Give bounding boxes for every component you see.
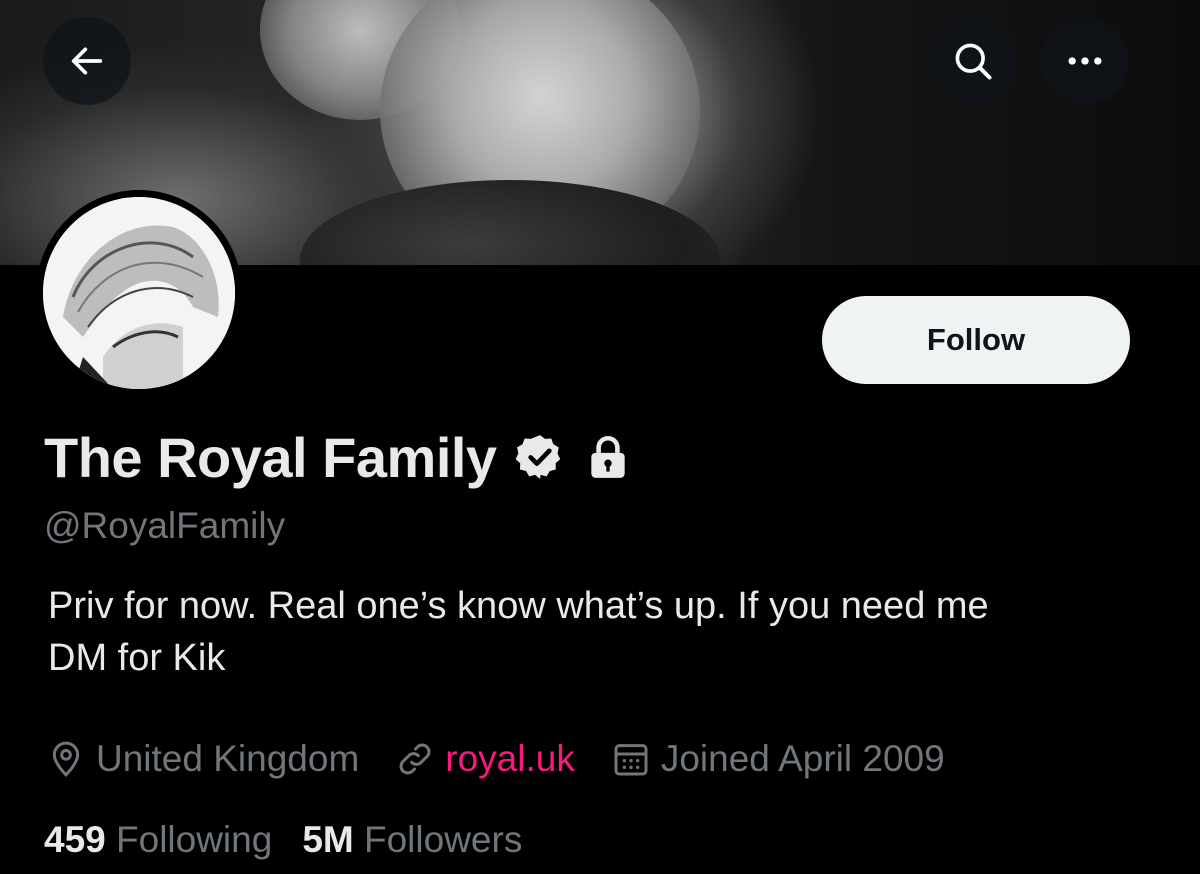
avatar[interactable] [36, 190, 242, 396]
profile-handle: @RoyalFamily [44, 505, 286, 546]
avatar-image [43, 197, 235, 389]
more-options-button[interactable] [1041, 17, 1129, 105]
location-text: United Kingdom [96, 738, 360, 779]
bio-line: DM for Kik [48, 637, 226, 679]
following-stat[interactable]: 459 Following [44, 819, 272, 861]
profile-bio: Priv for now. Real one’s know what’s up.… [48, 580, 1148, 684]
search-button[interactable] [929, 17, 1017, 105]
joined-text: Joined April 2009 [660, 738, 945, 779]
profile-meta: United Kingdom royal.uk Joined April 200… [46, 734, 981, 784]
location-pin-icon [52, 741, 80, 777]
profile-joined: Joined April 2009 [611, 738, 945, 780]
more-horizontal-icon [1068, 57, 1102, 65]
verified-badge-icon [515, 435, 560, 479]
display-name: The Royal Family [44, 425, 497, 489]
followers-stat[interactable]: 5M Followers [302, 819, 522, 861]
bio-line: Priv for now. Real one’s know what’s up.… [48, 585, 989, 627]
arrow-left-icon [71, 47, 103, 75]
calendar-icon [614, 744, 648, 776]
search-icon [955, 43, 992, 80]
following-label: Following [116, 819, 273, 860]
following-count: 459 [44, 819, 106, 860]
back-button[interactable] [43, 17, 131, 105]
followers-label: Followers [364, 819, 523, 860]
profile-stats: 459 Following 5M Followers [44, 816, 552, 864]
profile-name-row: The Royal Family [44, 422, 633, 492]
followers-count: 5M [302, 819, 354, 860]
website-link[interactable]: royal.uk [445, 738, 575, 780]
profile-website[interactable]: royal.uk [395, 738, 575, 780]
follow-button[interactable]: Follow [822, 296, 1130, 384]
profile-location: United Kingdom [46, 738, 359, 780]
lock-icon [590, 435, 625, 478]
link-icon [399, 743, 431, 775]
